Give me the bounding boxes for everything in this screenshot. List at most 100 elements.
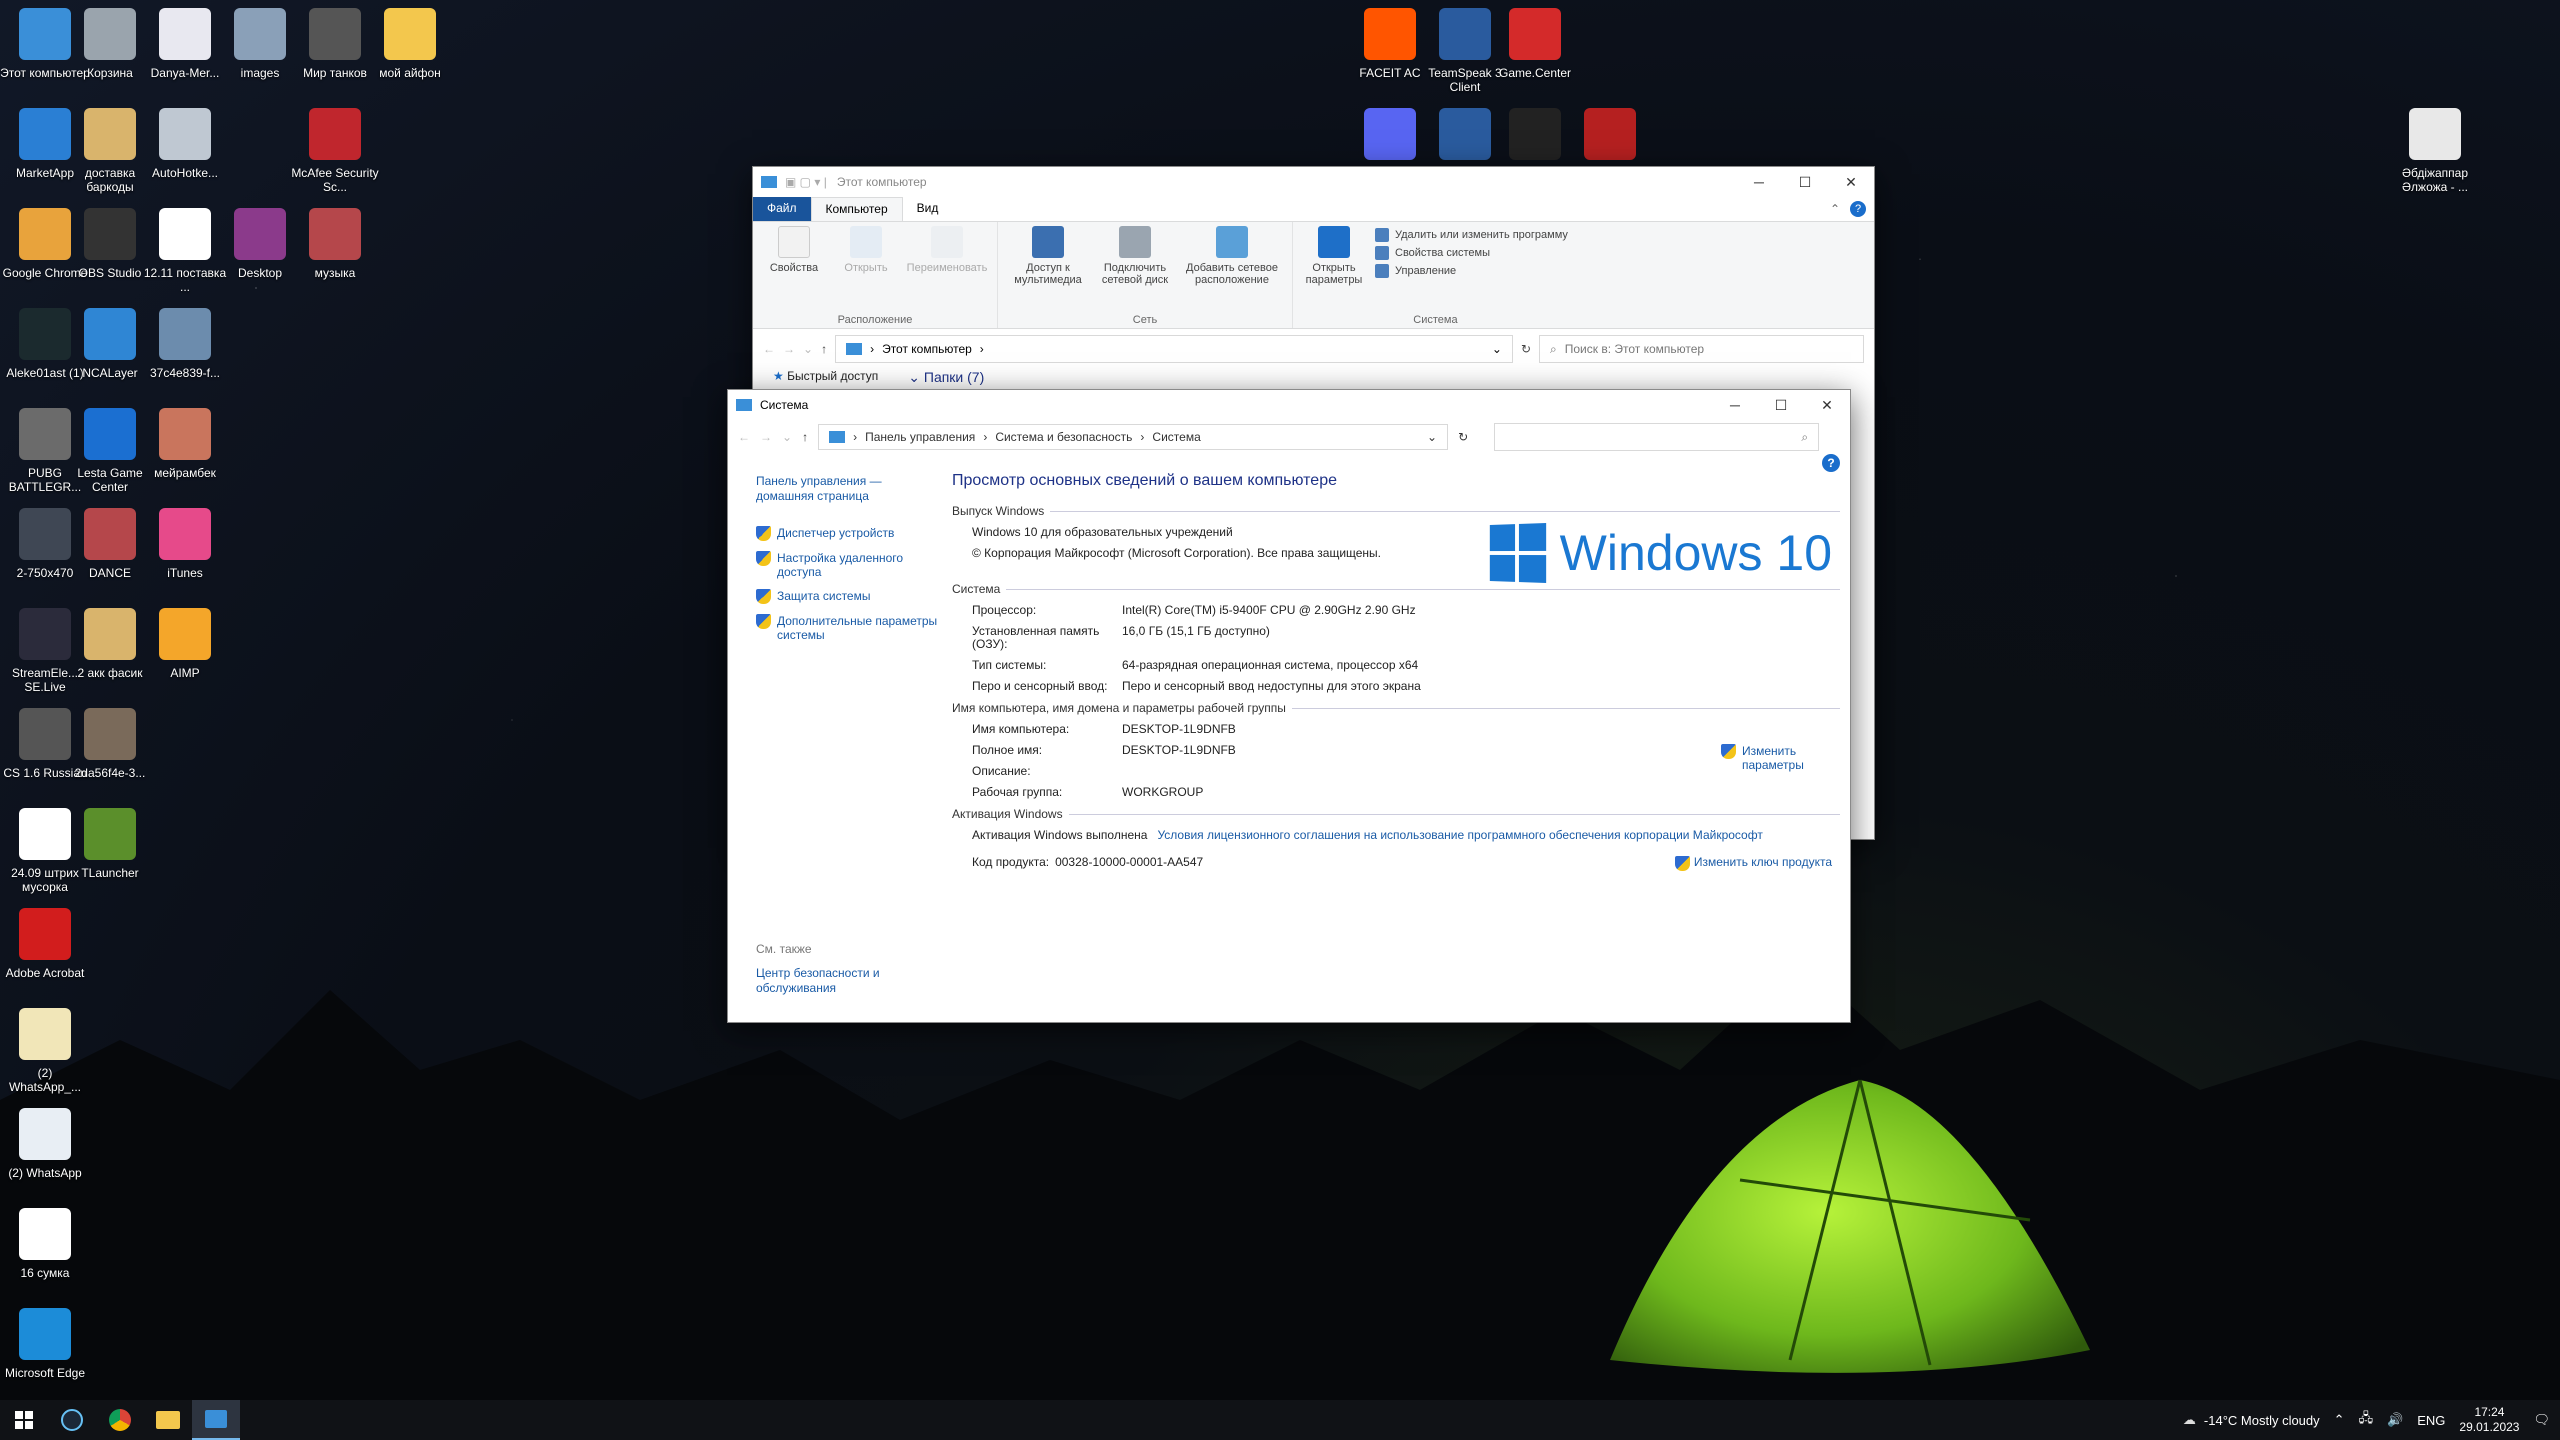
taskbar-file-explorer[interactable] [144, 1400, 192, 1440]
breadcrumb-control-panel[interactable]: Панель управления [865, 430, 975, 444]
tab-view[interactable]: Вид [903, 197, 953, 221]
maximize-button[interactable]: ☐ [1782, 167, 1828, 197]
aimp-icon [159, 608, 211, 660]
chrome-icon [19, 208, 71, 260]
desktop-icon-label: Әбдіжаппар Әлжожа - ... [2401, 166, 2469, 194]
taskbar-steam[interactable] [48, 1400, 96, 1440]
desktop-icon[interactable]: (2) WhatsApp [0, 1108, 90, 1180]
rename-button[interactable]: Переименовать [907, 226, 987, 314]
show-hidden-icons-icon[interactable]: ⌃ [2334, 1412, 2345, 1428]
close-button[interactable]: ✕ [1804, 390, 1850, 420]
recent-chevron-icon[interactable]: ⌄ [782, 430, 792, 444]
media-access-button[interactable]: Доступ к мультимедиа [1008, 226, 1088, 314]
desktop-icon[interactable]: 2da56f4e-3... [65, 708, 155, 780]
taskbar: ☁ -14°C Mostly cloudy ⌃ 🖧 🔊 ENG 17:24 29.0… [0, 1400, 2560, 1440]
desktop-icon[interactable]: Adobe Acrobat [0, 908, 90, 980]
refresh-icon[interactable]: ↻ [1458, 430, 1468, 444]
address-dropdown-icon[interactable]: ⌄ [1427, 430, 1437, 444]
taskbar-chrome[interactable] [96, 1400, 144, 1440]
open-button[interactable]: Открыть [835, 226, 897, 314]
desktop-icon[interactable]: AutoHotke... [140, 108, 230, 180]
desktop-icon[interactable]: мой айфон [365, 8, 455, 80]
teamspeak-icon [1439, 8, 1491, 60]
minimize-button[interactable]: ─ [1712, 390, 1758, 420]
desktop-icon[interactable]: Microsoft Edge [0, 1308, 90, 1380]
advanced-settings-link[interactable]: Дополнительные параметры системы [756, 614, 938, 642]
language-indicator[interactable]: ENG [2417, 1413, 2445, 1428]
breadcrumb-security[interactable]: Система и безопасность [995, 430, 1132, 444]
desktop-icon[interactable]: мейрамбек [140, 408, 230, 480]
media-access-icon [1032, 226, 1064, 258]
tab-computer[interactable]: Компьютер [810, 197, 903, 221]
device-manager-link[interactable]: Диспетчер устройств [756, 526, 938, 541]
system-search-input[interactable]: ⌕ [1494, 423, 1820, 451]
weather-widget[interactable]: ☁ -14°C Mostly cloudy [2183, 1412, 2320, 1428]
explorer-address-bar[interactable]: › Этот компьютер › ⌄ [835, 335, 1513, 363]
desktop-icon[interactable]: (2) WhatsApp_... [0, 1008, 90, 1094]
nextrp-icon [1584, 108, 1636, 160]
change-settings-link[interactable]: Изменить параметры [1721, 744, 1812, 772]
forward-arrow-icon[interactable]: → [760, 430, 772, 444]
desktop-icon[interactable]: iTunes [140, 508, 230, 580]
system-window[interactable]: Система ─ ☐ ✕ ← → ⌄ ↑ › Панель управлени… [727, 389, 1851, 1023]
volume-icon[interactable]: 🔊 [2387, 1412, 2403, 1428]
archive-icon [84, 108, 136, 160]
change-product-key-link[interactable]: Изменить ключ продукта [1674, 856, 1832, 871]
clock[interactable]: 17:24 29.01.2023 [2459, 1405, 2519, 1435]
uninstall-program-link[interactable]: Удалить или изменить программу [1375, 228, 1568, 242]
winrar-icon [234, 208, 286, 260]
remote-settings-link[interactable]: Настройка удаленного доступа [756, 551, 938, 579]
taskbar-control-panel[interactable] [192, 1400, 240, 1440]
pdf-icon [19, 1208, 71, 1260]
security-center-link[interactable]: Центр безопасности и обслуживания [756, 966, 938, 996]
green-tent [1610, 1079, 2090, 1373]
system-titlebar[interactable]: Система ─ ☐ ✕ [728, 390, 1850, 420]
desktop-icon[interactable]: AIMP [140, 608, 230, 680]
maximize-button[interactable]: ☐ [1758, 390, 1804, 420]
control-panel-home-link[interactable]: Панель управления — домашняя страница [756, 474, 938, 504]
minimize-button[interactable]: ─ [1736, 167, 1782, 197]
license-terms-link[interactable]: Условия лицензионного соглашения на испо… [1157, 829, 1762, 842]
address-text[interactable]: Этот компьютер [882, 342, 972, 356]
system-properties-link[interactable]: Свойства системы [1375, 246, 1568, 260]
up-arrow-icon[interactable]: ↑ [821, 342, 827, 356]
help-icon[interactable]: ? [1822, 454, 1840, 472]
close-button[interactable]: ✕ [1828, 167, 1874, 197]
explorer-titlebar[interactable]: ▣ ▢ ▾ | Этот компьютер ─ ☐ ✕ [753, 167, 1874, 197]
refresh-icon[interactable]: ↻ [1521, 342, 1531, 356]
help-icon[interactable]: ? [1850, 201, 1866, 217]
notifications-icon[interactable]: 🗨 [2533, 1412, 2550, 1428]
explorer-search-input[interactable]: ⌕ Поиск в: Этот компьютер [1539, 335, 1864, 363]
add-network-location-button[interactable]: Добавить сетевое расположение [1182, 226, 1282, 314]
desktop-icon[interactable]: 16 сумка [0, 1208, 90, 1280]
folders-group-header[interactable]: ⌄ Папки (7) [908, 369, 984, 386]
map-network-drive-button[interactable]: Подключить сетевой диск [1098, 226, 1172, 314]
shield-icon [756, 614, 771, 629]
desktop-icon[interactable]: McAfee Security Sc... [290, 108, 380, 194]
start-button[interactable] [0, 1400, 48, 1440]
properties-button[interactable]: Свойства [763, 226, 825, 314]
desktop-icon[interactable]: Game.Center [1490, 8, 1580, 80]
edge-icon [19, 1308, 71, 1360]
system-breadcrumb[interactable]: › Панель управления › Система и безопасн… [818, 424, 1449, 450]
quick-access-item[interactable]: ★ Быстрый доступ [773, 369, 878, 386]
system-protection-link[interactable]: Защита системы [756, 589, 938, 604]
pdf-icon [19, 808, 71, 860]
desktop-icon[interactable]: TLauncher [65, 808, 155, 880]
tab-file[interactable]: Файл [753, 197, 811, 221]
address-dropdown-icon[interactable]: ⌄ [1492, 342, 1502, 356]
manage-link[interactable]: Управление [1375, 264, 1568, 278]
recent-chevron-icon[interactable]: ⌄ [803, 342, 813, 356]
up-arrow-icon[interactable]: ↑ [802, 430, 808, 444]
quick-access-toolbar[interactable]: ▣ ▢ ▾ | [785, 175, 827, 189]
network-icon[interactable]: 🖧 [2359, 1409, 2374, 1431]
forward-arrow-icon[interactable]: → [783, 342, 795, 356]
collapse-ribbon-icon[interactable]: ⌃ [1830, 202, 1840, 216]
desktop-icon[interactable]: 37c4e839-f... [140, 308, 230, 380]
desktop-icon[interactable]: музыка [290, 208, 380, 280]
back-arrow-icon[interactable]: ← [763, 342, 775, 356]
open-settings-button[interactable]: Открыть параметры [1303, 226, 1365, 314]
desktop-icon[interactable]: Әбдіжаппар Әлжожа - ... [2390, 108, 2480, 194]
breadcrumb-system[interactable]: Система [1152, 430, 1200, 444]
back-arrow-icon[interactable]: ← [738, 430, 750, 444]
